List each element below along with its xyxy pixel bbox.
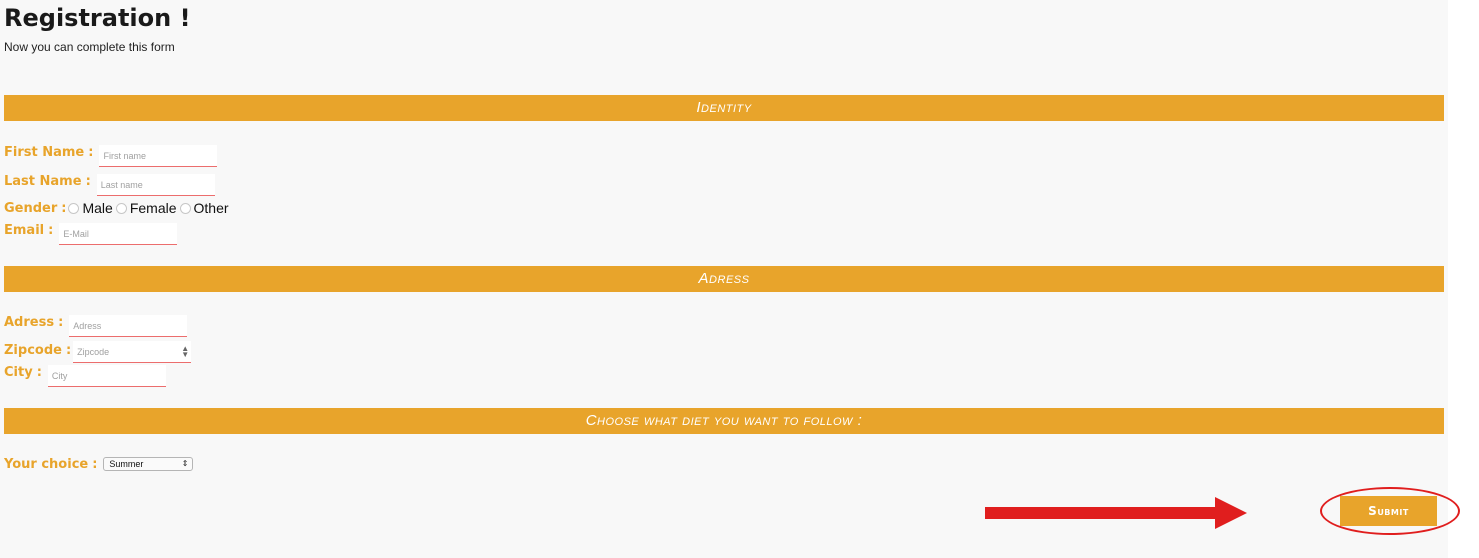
adress-input[interactable] xyxy=(69,315,188,337)
zipcode-label: Zipcode xyxy=(4,342,62,358)
last-name-row: Last Name : xyxy=(4,169,215,196)
zipcode-stepper-icon[interactable]: ▲ ▼ xyxy=(181,345,189,359)
gender-radio-male[interactable] xyxy=(68,202,80,214)
gender-option-female-label: Female xyxy=(129,200,177,216)
gender-label: Gender xyxy=(4,200,58,216)
diet-choice-row: Your choice : Summer ⇕ xyxy=(4,452,194,476)
section-title-identity: Identity xyxy=(696,99,752,116)
section-title-adress: Adress xyxy=(698,270,750,287)
diet-select[interactable]: Summer ⇕ xyxy=(103,457,194,471)
registration-page: Registration ! Now you can complete this… xyxy=(0,0,1448,558)
email-label: Email xyxy=(4,222,45,238)
page-title: Registration ! xyxy=(4,4,191,32)
submit-button[interactable]: Submit xyxy=(1340,496,1437,526)
first-name-row: First Name : xyxy=(4,140,218,167)
city-label: City xyxy=(4,364,33,380)
first-name-colon: : xyxy=(88,144,94,160)
last-name-colon: : xyxy=(85,173,91,189)
email-colon: : xyxy=(48,222,54,238)
gender-row: Gender : Male Female Other xyxy=(4,196,230,220)
gender-option-other-label: Other xyxy=(193,200,229,216)
gender-option-male-label: Male xyxy=(82,200,113,216)
section-header-adress: Adress xyxy=(4,266,1444,292)
first-name-label: First Name xyxy=(4,144,85,160)
diet-choice-label: Your choice xyxy=(4,456,89,472)
adress-row: Adress : xyxy=(4,310,188,337)
zipcode-row: Zipcode : ▲▼ xyxy=(4,338,192,363)
page-margin xyxy=(1448,0,1479,558)
gender-radio-other[interactable] xyxy=(179,202,191,214)
select-arrows-icon: ⇕ xyxy=(181,459,189,468)
adress-colon: : xyxy=(58,314,64,330)
adress-label: Adress xyxy=(4,314,55,330)
section-title-diet: Choose what diet you want to follow : xyxy=(585,412,863,429)
first-name-input[interactable] xyxy=(99,145,218,167)
diet-select-value: Summer xyxy=(109,459,144,469)
city-input[interactable] xyxy=(47,365,166,387)
zipcode-colon: : xyxy=(65,342,72,358)
page-subtitle: Now you can complete this form xyxy=(4,40,175,54)
section-header-diet: Choose what diet you want to follow : xyxy=(4,408,1444,434)
email-input[interactable] xyxy=(59,223,178,245)
email-row: Email : xyxy=(4,218,178,245)
diet-choice-colon: : xyxy=(92,456,98,472)
last-name-input[interactable] xyxy=(96,174,215,196)
city-colon: : xyxy=(36,364,42,380)
gender-radio-group: Male Female Other xyxy=(66,200,229,216)
last-name-label: Last Name xyxy=(4,173,82,189)
gender-radio-female[interactable] xyxy=(115,202,127,214)
section-header-identity: Identity xyxy=(4,95,1444,121)
city-row: City : xyxy=(4,360,166,387)
